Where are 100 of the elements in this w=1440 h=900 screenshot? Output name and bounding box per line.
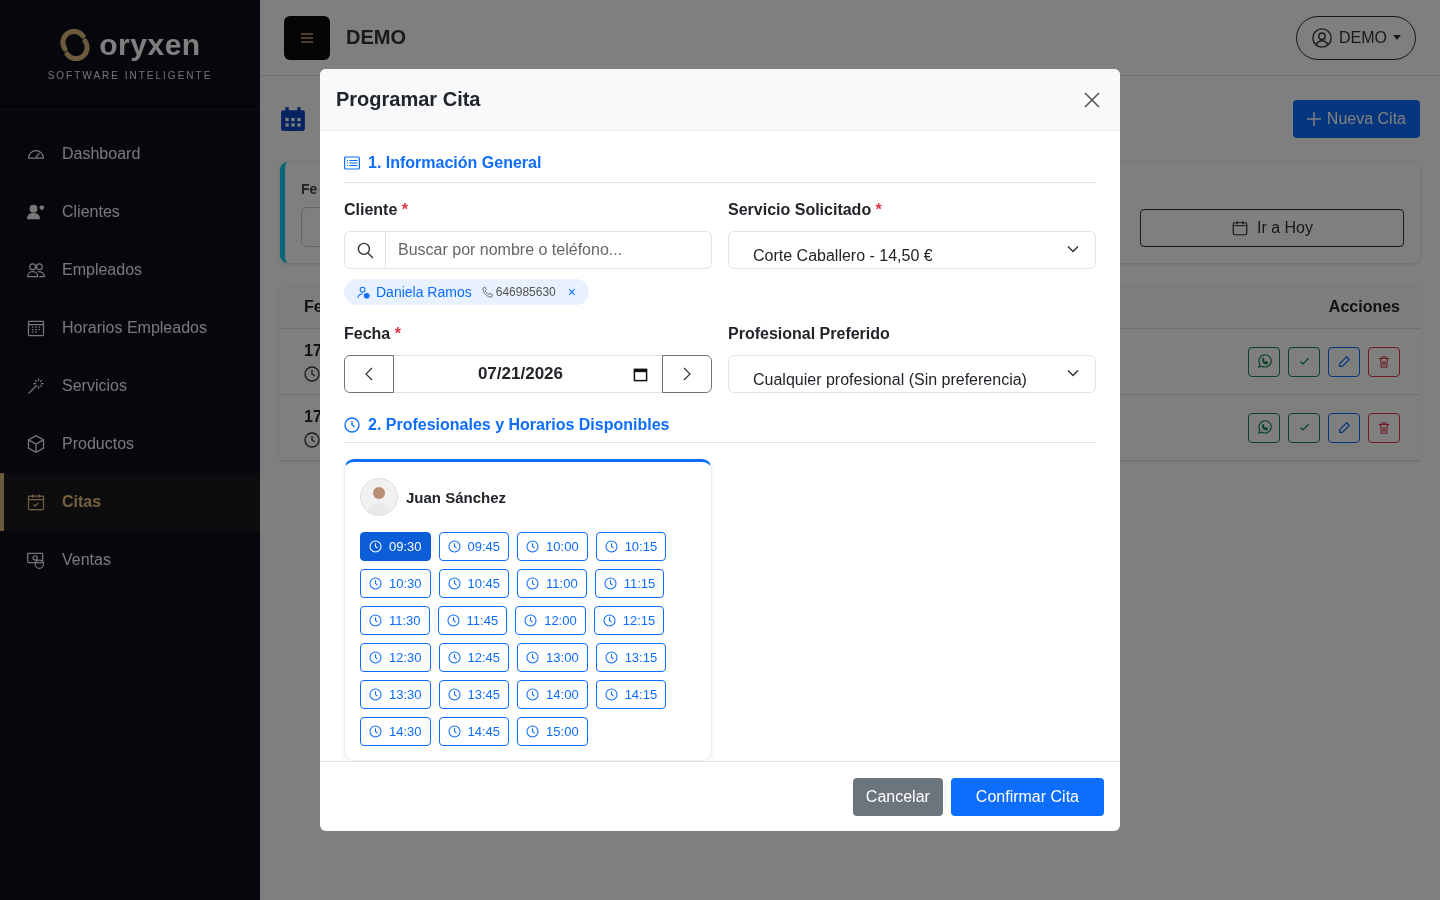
clock-icon (526, 651, 540, 664)
date-field[interactable]: 07/21/2026 (394, 355, 662, 393)
time-slot-button[interactable]: 13:00 (517, 643, 588, 672)
delete-button[interactable] (1368, 346, 1400, 377)
menu-button[interactable] (284, 15, 330, 60)
user-icon (26, 202, 46, 222)
clock-icon (304, 365, 320, 382)
confirm-button[interactable] (1288, 412, 1320, 443)
clock-icon (369, 651, 382, 664)
clock-icon (344, 417, 360, 433)
required-mark: * (875, 201, 882, 218)
field-label: Cliente (344, 201, 398, 218)
user-menu-button[interactable]: DEMO (1296, 15, 1416, 60)
chevron-down-icon (1067, 244, 1079, 253)
previous-day-button[interactable] (344, 355, 394, 393)
time-slot-button[interactable]: 14:00 (517, 680, 588, 709)
clock-icon (603, 577, 617, 590)
dialog-title: Programar Cita (336, 88, 481, 111)
app-title: DEMO (346, 26, 406, 49)
chevron-down-icon (1067, 368, 1079, 377)
calendar-check-icon (26, 492, 46, 512)
time-slot-button[interactable]: 09:30 (360, 532, 431, 561)
whatsapp-button[interactable] (1248, 346, 1280, 377)
chevron-right-icon (683, 367, 691, 381)
tagline: SOFTWARE INTELIGENTE (47, 70, 213, 81)
chevron-left-icon (365, 367, 373, 381)
time-slot-button[interactable]: 10:00 (517, 532, 588, 561)
service-select[interactable]: Corte Caballero - 14,50 € (728, 231, 1096, 269)
time-slot-button[interactable]: 09:45 (438, 532, 510, 561)
chat-bubble-icon (1256, 354, 1272, 369)
next-day-button[interactable] (662, 355, 712, 393)
time-slot-button[interactable]: 14:30 (360, 717, 431, 746)
sidebar-item[interactable]: Ventas (0, 531, 260, 589)
calendar-icon (280, 106, 306, 132)
time-slot-button[interactable]: 12:30 (360, 643, 431, 672)
professional-name: Juan Sánchez (406, 488, 507, 506)
logo-icon (59, 29, 92, 61)
clock-icon (369, 577, 382, 590)
clock-icon (604, 540, 618, 553)
sidebar-item[interactable]: Dashboard (0, 125, 260, 183)
sidebar-item[interactable]: Servicios (0, 357, 260, 415)
whatsapp-button[interactable] (1248, 412, 1280, 443)
time-slot-button[interactable]: 13:30 (360, 680, 431, 709)
clock-icon (304, 431, 320, 448)
sidebar-item[interactable]: Clientes (0, 183, 260, 241)
magic-wand-icon (26, 376, 46, 396)
logo-text: oryxen (99, 28, 201, 62)
time-slot-button[interactable]: 11:15 (594, 569, 665, 598)
user-icon (1311, 26, 1333, 49)
money-icon (26, 550, 46, 570)
cancel-button[interactable]: Cancelar (852, 777, 943, 816)
today-button[interactable]: Ir a Hoy (1140, 209, 1404, 247)
clock-icon (369, 688, 382, 701)
calendar-icon (1231, 219, 1249, 237)
clock-icon (526, 725, 540, 738)
clock-icon (447, 577, 461, 590)
trash-icon (1377, 354, 1391, 369)
clock-icon (447, 540, 461, 553)
clock-icon (524, 614, 538, 627)
time-slot-button[interactable]: 14:15 (595, 680, 667, 709)
time-slot-button[interactable]: 11:45 (437, 606, 508, 635)
client-search-field[interactable]: Buscar por nombre o teléfono... (386, 231, 712, 269)
confirm-button[interactable] (1288, 346, 1320, 377)
sidebar-item[interactable]: Horarios Empleados (0, 299, 260, 357)
field-label: Servicio Solicitado (728, 201, 872, 218)
time-slot-button[interactable]: 14:45 (438, 717, 510, 746)
new-appointment-button[interactable]: Nueva Cita (1292, 100, 1420, 138)
calendar-grid-icon (26, 318, 46, 338)
clock-icon (447, 688, 461, 701)
sidebar-item[interactable]: Citas (0, 473, 260, 531)
clock-icon (526, 540, 540, 553)
section-title: 1. Información General (368, 154, 542, 172)
time-slot-button[interactable]: 13:45 (438, 680, 510, 709)
time-slot-button[interactable]: 11:00 (517, 569, 587, 598)
search-icon (356, 241, 374, 259)
clock-icon (446, 614, 460, 627)
edit-button[interactable] (1328, 346, 1360, 377)
clock-icon (369, 614, 382, 627)
time-slot-button[interactable]: 10:15 (595, 532, 667, 561)
time-slot-button[interactable]: 10:30 (360, 569, 431, 598)
time-slot-button[interactable]: 13:15 (595, 643, 667, 672)
time-slot-button[interactable]: 15:00 (517, 717, 588, 746)
confirm-appointment-button[interactable]: Confirmar Cita (950, 777, 1104, 816)
remove-client-button[interactable]: × (561, 284, 576, 300)
sidebar-item[interactable]: Empleados (0, 241, 260, 299)
sidebar-item[interactable]: Productos (0, 415, 260, 473)
edit-button[interactable] (1328, 412, 1360, 443)
time-slot-button[interactable]: 10:45 (438, 569, 510, 598)
delete-button[interactable] (1368, 412, 1400, 443)
time-slot-button[interactable]: 11:30 (360, 606, 430, 635)
time-slot-button[interactable]: 12:00 (515, 606, 586, 635)
time-slot-button[interactable]: 12:15 (593, 606, 665, 635)
clock-icon (447, 651, 461, 664)
clock-icon (369, 725, 382, 738)
table-cell: 17 (304, 341, 322, 360)
time-slot-button[interactable]: 12:45 (438, 643, 510, 672)
professional-select[interactable]: Cualquier profesional (Sin preferencia) (728, 355, 1096, 393)
clock-icon (369, 540, 382, 553)
field-label: Fecha (344, 325, 391, 342)
required-mark: * (394, 325, 401, 342)
